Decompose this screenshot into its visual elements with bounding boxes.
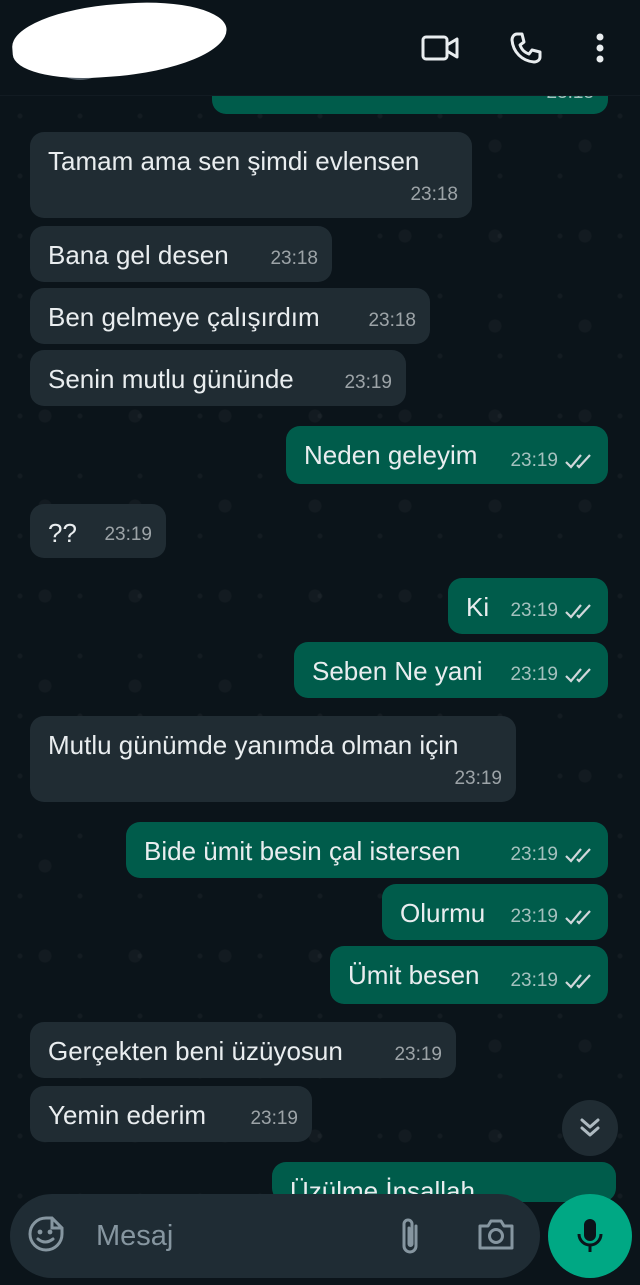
message-bubble-out[interactable]: Neden geleyim 23:19 [286,426,608,484]
read-receipt-icon [565,910,591,925]
message-bubble-in[interactable]: Yemin ederim 23:19 [30,1086,312,1142]
message-bubble-out[interactable]: Ümit besen 23:19 [330,946,608,1004]
mic-button[interactable] [548,1194,632,1278]
message-time: 23:19 [250,1108,298,1129]
message-time: 23:18 [368,310,416,331]
message-time: 23:19 [510,446,594,476]
message-time: 23:18 [410,184,458,205]
message-bubble-in[interactable]: Tamam ama sen şimdi evlensen 23:18 [30,132,472,218]
message-time: 23:19 [344,372,392,393]
read-receipt-icon [565,604,591,619]
message-text: Senin mutlu gününde [48,364,294,394]
message-text: Tamam ama sen şimdi evlensen [48,146,420,176]
message-text: Olurmu [400,898,486,928]
message-bubble-out[interactable]: Bide ümit besin çal istersen 23:19 [126,822,608,878]
message-bubble-in[interactable]: Senin mutlu gününde 23:19 [30,350,406,406]
mic-icon [577,1219,603,1252]
message-text: ?? [48,518,77,548]
message-text: Bide ümit besin çal istersen [144,836,461,866]
message-text: Yemin ederim [48,1100,207,1130]
camera-icon[interactable] [476,1216,516,1257]
message-bubble-in[interactable]: Mutlu günümde yanımda olman için 23:19 [30,716,516,802]
message-text: Neden geleyim [304,440,478,470]
message-text: Ben gelmeye çalışırdım [48,302,320,332]
message-text: Ki [466,592,490,622]
read-receipt-icon [565,454,591,469]
message-text: Bana gel desen [48,240,229,270]
message-bubble-in[interactable]: Ben gelmeye çalışırdım 23:18 [30,288,430,344]
voice-call-icon[interactable] [506,28,546,68]
message-time: 23:19 [510,596,594,626]
message-text: Mutlu günümde yanımda olman için [48,730,459,760]
more-options-icon[interactable] [580,28,620,68]
chat-header [0,0,640,96]
message-text: Gerçekten beni üzüyosun [48,1036,343,1066]
emoji-icon[interactable] [26,1214,66,1259]
message-text: Seben Ne yani [312,656,483,686]
message-time: 23:19 [510,966,594,996]
message-time: 23:18 [270,248,318,269]
message-composer[interactable]: Mesaj [10,1194,540,1278]
message-time: 23:19 [104,524,152,545]
read-receipt-icon [565,668,591,683]
message-bubble-out[interactable]: Ki 23:19 [448,578,608,634]
message-time: 23:19 [510,840,594,870]
message-bubble-in[interactable]: ?? 23:19 [30,504,166,558]
message-bubble-out[interactable]: Seben Ne yani 23:19 [294,642,608,698]
message-time: 23:19 [394,1044,442,1065]
message-bubble-in[interactable]: Bana gel desen 23:18 [30,226,332,282]
video-call-icon[interactable] [420,28,460,68]
message-text: Ümit besen [348,960,480,990]
message-bubble-in[interactable]: Gerçekten beni üzüyosun 23:19 [30,1022,456,1078]
attach-icon[interactable] [398,1216,424,1261]
read-receipt-icon [565,974,591,989]
message-time: 23:19 [454,768,502,789]
contact-name-redaction[interactable] [9,0,230,84]
message-bubble-out[interactable]: Olurmu 23:19 [382,884,608,940]
message-time: 23:19 [510,660,594,690]
scroll-to-bottom-button[interactable] [562,1100,618,1156]
double-chevron-down-icon [580,1118,600,1137]
message-time: 23:19 [510,902,594,932]
message-input[interactable]: Mesaj [96,1220,173,1253]
read-receipt-icon [565,848,591,863]
